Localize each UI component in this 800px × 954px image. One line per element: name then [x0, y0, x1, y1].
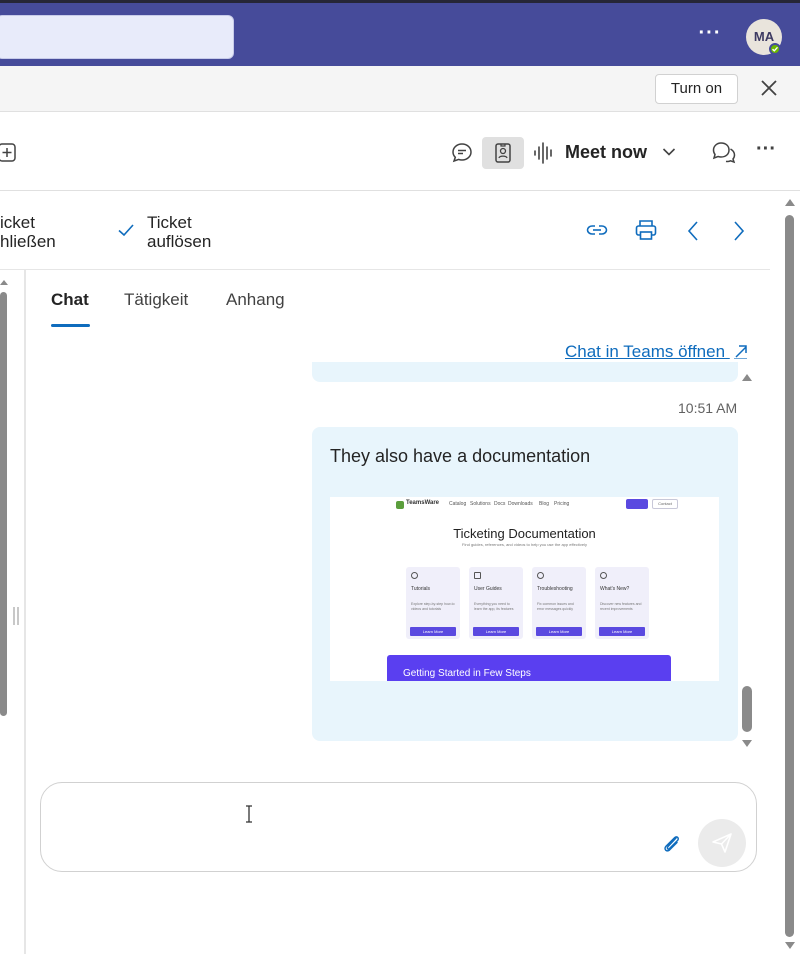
resize-grip-icon[interactable]: [11, 606, 21, 626]
preview-card-title: User Guides: [474, 586, 502, 592]
resolve-ticket-button[interactable]: Ticket auflösen: [147, 213, 211, 251]
chevron-right-icon[interactable]: [732, 220, 746, 242]
documentation-screenshot-image[interactable]: TeamsWare Catalog Solutions Docs Downloa…: [330, 497, 719, 681]
meet-now-button[interactable]: Meet now: [565, 142, 647, 163]
turn-on-button[interactable]: Turn on: [655, 74, 738, 104]
contact-card-icon: [495, 143, 511, 163]
page-scroll-down-arrow-icon[interactable]: [785, 942, 795, 950]
chevron-down-icon[interactable]: [662, 147, 676, 157]
preview-nav-item: Pricing: [554, 501, 570, 507]
preview-logo-icon: [396, 501, 404, 509]
previous-message-bubble: [312, 362, 738, 382]
presence-available-badge: [769, 43, 781, 55]
preview-banner-text: Getting Started in Few Steps: [403, 668, 531, 679]
preview-nav-item: Catalog: [449, 501, 467, 507]
active-tab-indicator: [51, 324, 90, 327]
preview-card: Troubleshooting Fix common issues and er…: [532, 567, 586, 639]
chat-conversation-icon[interactable]: [711, 140, 737, 166]
message-bubble[interactable]: They also have a documentation TeamsWare…: [312, 427, 738, 741]
close-ticket-button[interactable]: icket hließen: [0, 213, 56, 251]
preview-card-title: Tutorials: [411, 586, 430, 592]
send-button[interactable]: [698, 819, 746, 867]
close-ticket-label-line2: hließen: [0, 232, 56, 251]
close-ticket-label-line1: icket: [0, 213, 35, 232]
conversation-toolbar: Meet now ···: [0, 112, 800, 191]
close-icon[interactable]: [757, 76, 781, 100]
link-icon[interactable]: [585, 220, 609, 240]
preview-nav-item: Solutions: [470, 501, 491, 507]
search-input[interactable]: [0, 15, 234, 59]
preview-nav-item: Blog: [539, 501, 550, 507]
left-scroll-up-arrow-icon[interactable]: [0, 278, 8, 286]
preview-card-title: What's New?: [600, 586, 630, 592]
audio-waveform-icon[interactable]: [533, 141, 555, 165]
resolve-ticket-label-line2: auflösen: [147, 232, 212, 251]
text-cursor-icon: [246, 805, 252, 823]
message-timestamp: 10:51 AM: [678, 400, 738, 416]
preview-card-desc: Everything you need to learn the app, it…: [474, 602, 514, 611]
more-options-icon[interactable]: ···: [754, 137, 778, 165]
message-text: They also have a documentation: [330, 446, 591, 466]
preview-nav-item: Downloads: [508, 501, 533, 507]
preview-banner: Getting Started in Few Steps: [387, 655, 671, 681]
preview-card: What's New? Discover new features and re…: [595, 567, 649, 639]
preview-card-button: Learn More: [536, 627, 582, 636]
preview-card-button: Learn More: [410, 627, 456, 636]
preview-card-title: Troubleshooting: [537, 586, 573, 592]
chat-scroll-down-arrow-icon[interactable]: [742, 740, 752, 748]
preview-logo-text: TeamsWare: [406, 500, 440, 506]
search-icon: [537, 572, 544, 579]
preview-subtitle: Find guides, references, and videos to h…: [462, 542, 587, 547]
preview-contact-button: Contact: [652, 499, 678, 509]
preview-card-button: Learn More: [599, 627, 645, 636]
preview-nav: TeamsWare Catalog Solutions Docs Downloa…: [330, 497, 719, 513]
preview-card-desc: Fix common issues and error messages qui…: [537, 602, 574, 611]
ticket-command-bar: icket hließen Ticket auflösen: [0, 192, 770, 270]
preview-nav-item: Docs: [494, 501, 506, 507]
page-scrollbar-thumb[interactable]: [785, 215, 794, 937]
chat-scroll-up-arrow-icon[interactable]: [742, 373, 752, 381]
open-chat-in-teams-link[interactable]: Chat in Teams öffnen: [565, 341, 748, 362]
sparkle-icon: [600, 572, 607, 579]
print-icon[interactable]: [634, 218, 658, 242]
open-chat-in-teams-label: Chat in Teams öffnen: [565, 342, 726, 361]
notification-bar: Turn on: [0, 66, 800, 112]
chat-bubble-icon[interactable]: [450, 141, 474, 165]
preview-login-button: [626, 499, 648, 509]
preview-card: Tutorials Explore step-by-step how-to vi…: [406, 567, 460, 639]
resolve-ticket-label-line1: Ticket: [147, 213, 192, 232]
preview-card: User Guides Everything you need to learn…: [469, 567, 523, 639]
title-bar: ··· MA: [0, 0, 800, 66]
chat-scrollbar-thumb[interactable]: [742, 686, 752, 732]
preview-card-button: Learn More: [473, 627, 519, 636]
add-square-icon[interactable]: [0, 142, 18, 164]
lightbulb-icon: [411, 572, 418, 579]
more-horizontal-icon[interactable]: ···: [696, 21, 724, 49]
open-external-icon: [733, 345, 747, 360]
preview-card-desc: Discover new features and recent improve…: [600, 602, 642, 611]
paperclip-icon[interactable]: [660, 832, 682, 854]
left-pane-scrollbar[interactable]: [0, 292, 7, 716]
message-compose-box[interactable]: [40, 782, 757, 872]
checkmark-icon: [118, 224, 134, 237]
send-icon: [712, 833, 732, 853]
preview-card-desc: Explore step-by-step how-to videos and t…: [411, 602, 455, 611]
pane-divider: [24, 270, 26, 954]
preview-title: Ticketing Documentation: [453, 526, 596, 541]
tab-chat[interactable]: Chat: [51, 290, 89, 310]
folder-icon: [474, 572, 481, 579]
tab-activity[interactable]: Tätigkeit: [124, 290, 188, 310]
tab-attachments[interactable]: Anhang: [226, 290, 285, 310]
page-scroll-up-arrow-icon[interactable]: [785, 198, 795, 206]
ticket-details-button[interactable]: [482, 137, 524, 169]
chevron-left-icon[interactable]: [686, 220, 700, 242]
